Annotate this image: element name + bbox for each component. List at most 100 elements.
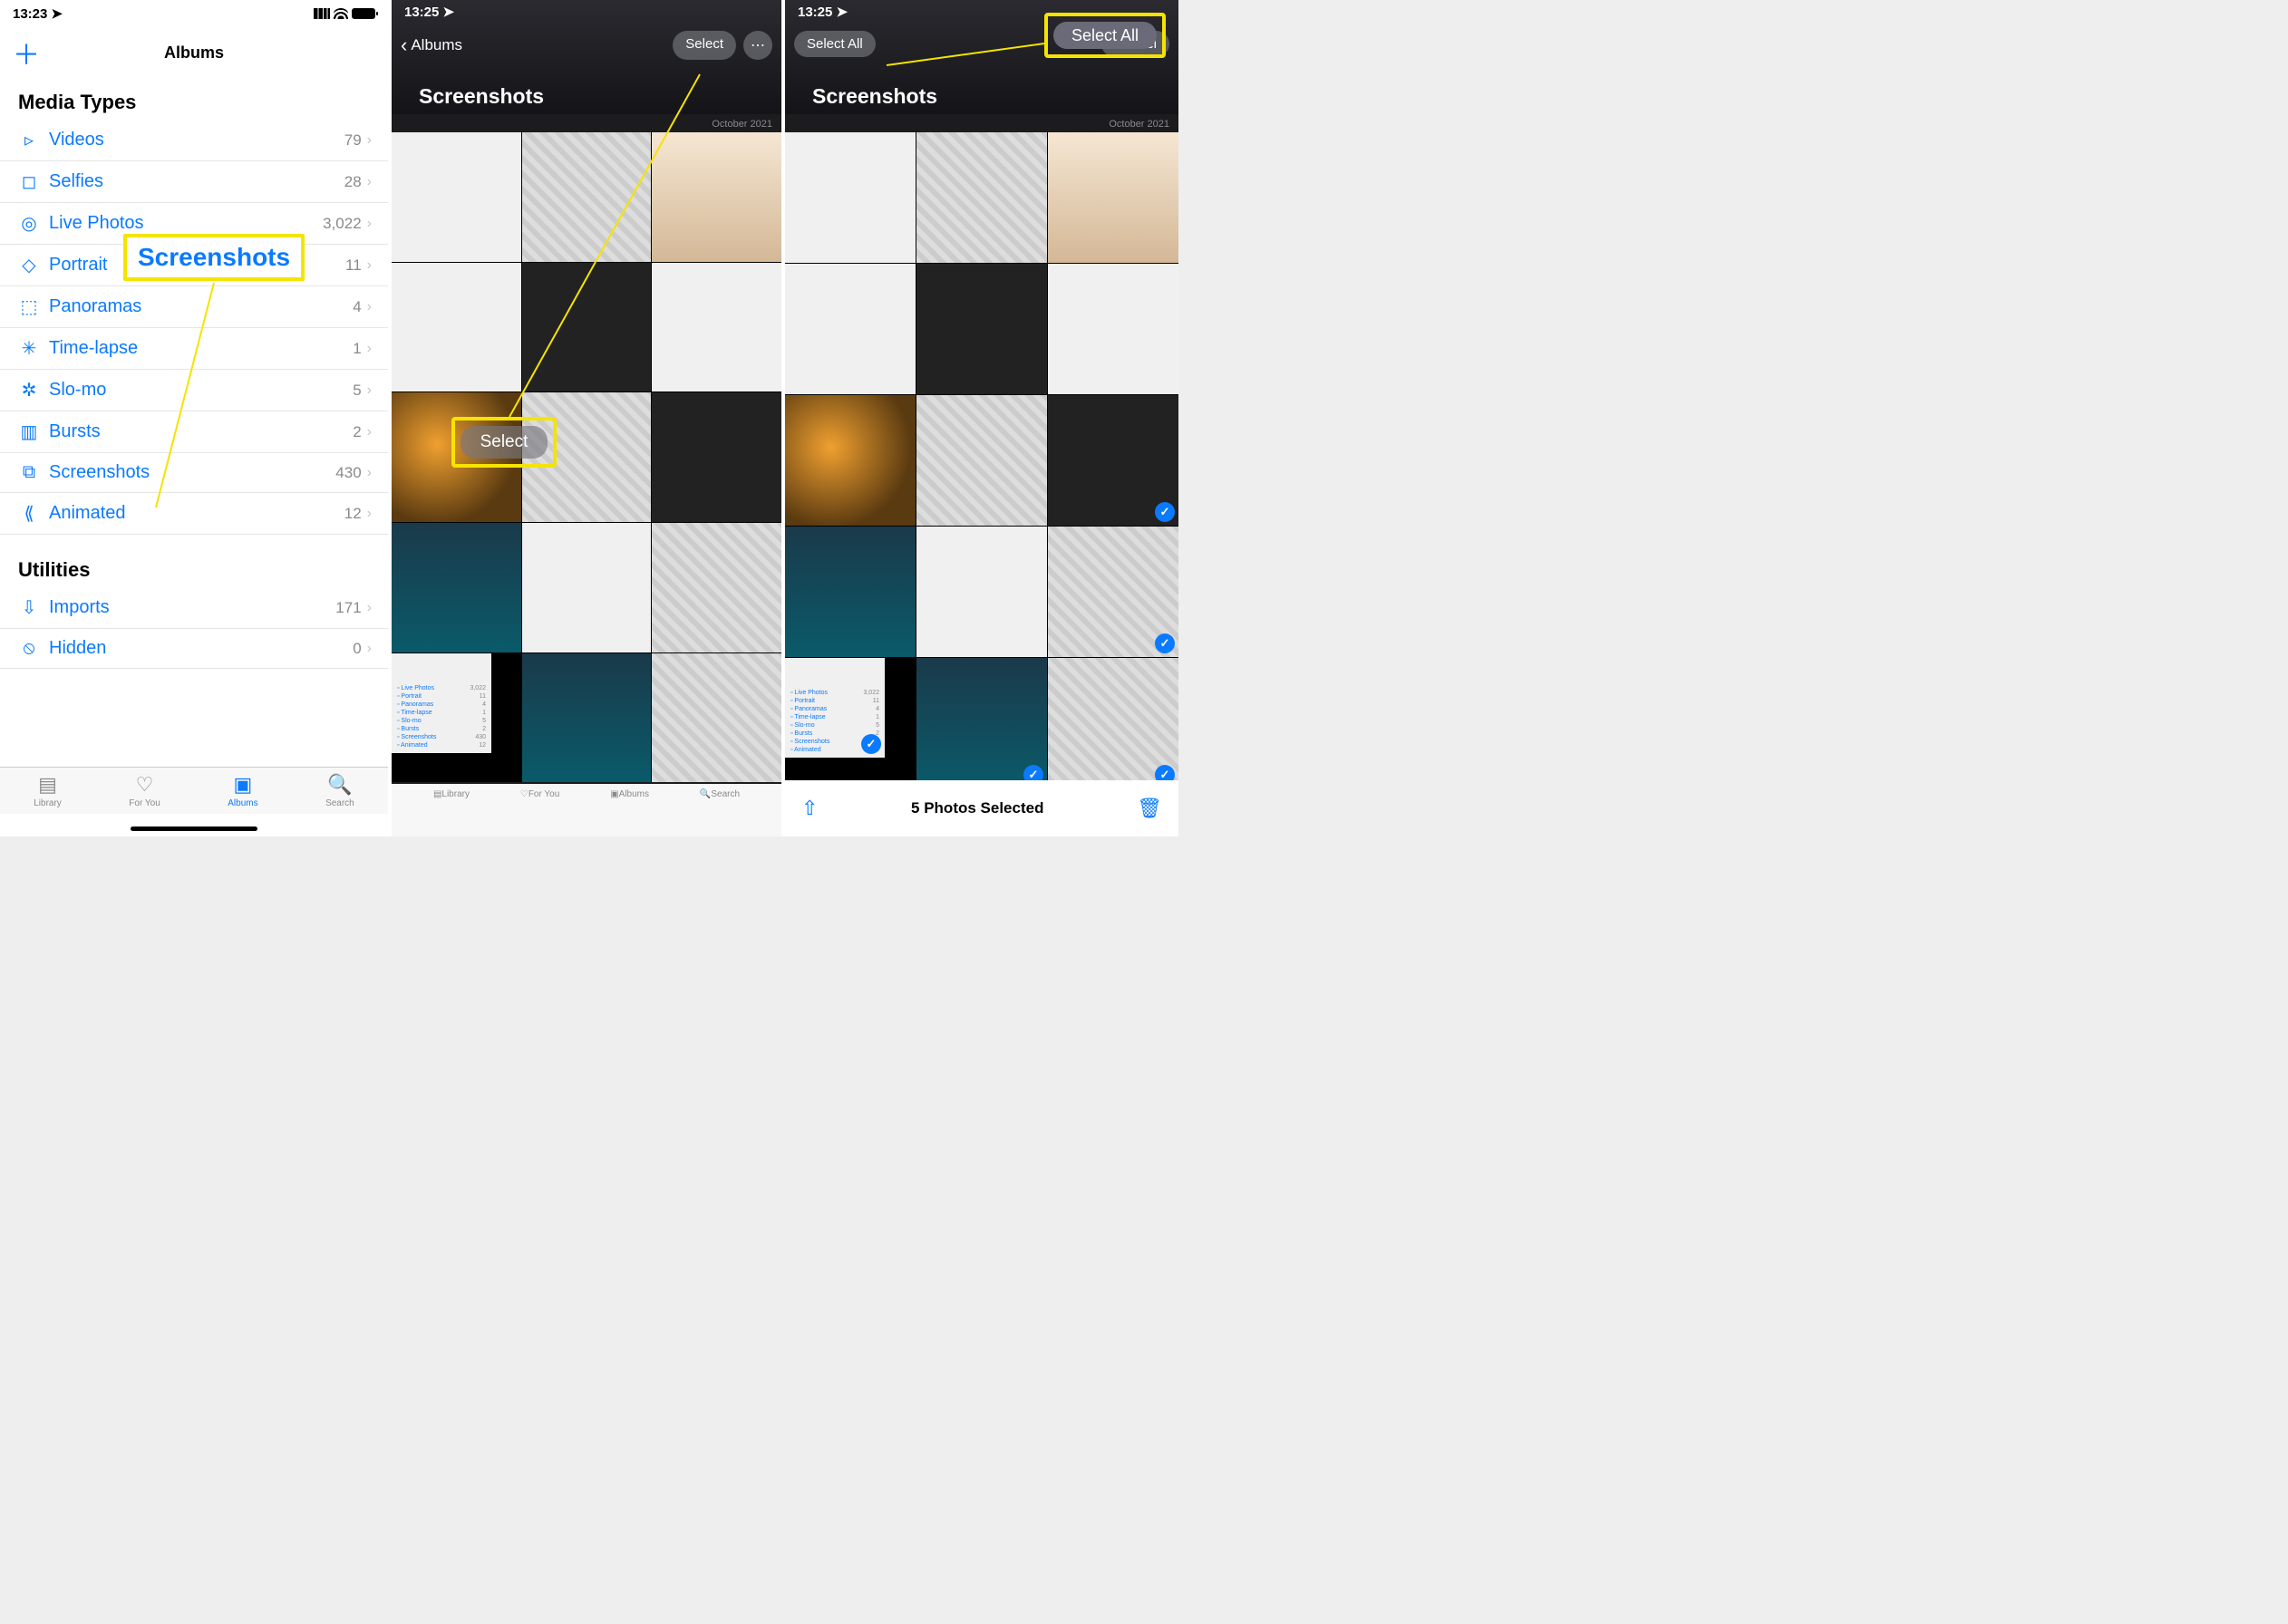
screenshots-selection-screen: 13:25 ➤ Select All Cancel Screenshots Oc… (785, 0, 1178, 836)
tab-search[interactable]: 🔍Search (700, 789, 740, 799)
photo-thumbnail[interactable]: ✓ (916, 658, 1047, 788)
tab-search[interactable]: 🔍Search (325, 773, 354, 808)
date-label: October 2021 (708, 118, 776, 130)
screenshots-grid-screen: 13:25 ➤ ‹Albums Select ⋯ Screenshots Oct… (392, 0, 785, 836)
photo-thumbnail[interactable]: ✓ (1048, 395, 1178, 526)
location-icon: ➤ (837, 5, 848, 20)
photo-thumbnail[interactable] (652, 392, 781, 522)
tab-for-you[interactable]: ♡For You (520, 789, 559, 799)
select-button[interactable]: Select (673, 31, 736, 60)
photo-thumbnail[interactable]: ✓ (1048, 527, 1178, 657)
media-type-bursts[interactable]: ▥ Bursts 2 › (0, 411, 388, 453)
photo-thumbnail[interactable] (392, 523, 521, 652)
screenshots-icon: ⧉ (16, 462, 42, 483)
tab-library[interactable]: ▤Library (433, 789, 470, 799)
chevron-right-icon: › (367, 341, 372, 357)
chevron-right-icon: › (367, 600, 372, 616)
media-type-count: 79 (344, 131, 362, 150)
selection-toolbar: ⇧ 5 Photos Selected 🗑 (785, 780, 1178, 836)
photo-grid: October 2021 ▫ Live Photos3,022▫ Portrai… (392, 114, 781, 782)
media-type-slo-mo[interactable]: ✲ Slo-mo 5 › (0, 370, 388, 411)
photo-thumbnail[interactable] (785, 527, 916, 657)
photo-thumbnail[interactable] (392, 392, 521, 522)
chevron-right-icon: › (367, 257, 372, 274)
media-type-label: Bursts (42, 421, 353, 442)
battery-icon (352, 8, 375, 19)
slo-mo-icon: ✲ (16, 379, 42, 401)
tab-albums[interactable]: ▣Albums (228, 773, 257, 808)
for-you-icon: ♡ (136, 773, 154, 797)
chevron-right-icon: › (367, 506, 372, 522)
media-type-animated[interactable]: ⟪ Animated 12 › (0, 493, 388, 535)
album-title: Screenshots (419, 84, 544, 109)
more-button[interactable]: ⋯ (743, 31, 772, 60)
photo-thumbnail[interactable] (522, 132, 652, 262)
page-title: Albums (0, 44, 388, 63)
photo-thumbnail[interactable] (522, 263, 652, 392)
media-type-panoramas[interactable]: ⬚ Panoramas 4 › (0, 286, 388, 328)
tab-albums[interactable]: ▣Albums (610, 789, 649, 799)
media-type-time-lapse[interactable]: ✳ Time-lapse 1 › (0, 328, 388, 370)
photo-thumbnail[interactable] (1048, 132, 1178, 263)
photo-thumbnail[interactable]: ✓ (1048, 658, 1178, 788)
chevron-right-icon: › (367, 216, 372, 232)
albums-icon: ▣ (234, 773, 253, 797)
media-type-count: 28 (344, 173, 362, 191)
photo-thumbnail[interactable] (522, 653, 652, 783)
wifi-icon (334, 8, 348, 19)
checkmark-icon: ✓ (1155, 633, 1175, 653)
media-type-count: 171 (335, 599, 361, 617)
media-type-hidden[interactable]: ⦸ Hidden 0 › (0, 629, 388, 669)
media-type-count: 11 (345, 256, 362, 275)
screenshots-hero: 13:25 ➤ ‹Albums Select ⋯ Screenshots (392, 0, 781, 114)
photo-thumbnail[interactable] (785, 132, 916, 263)
photo-thumbnail[interactable] (916, 527, 1047, 657)
media-type-label: Time-lapse (42, 338, 353, 359)
media-type-label: Live Photos (42, 213, 323, 234)
media-type-videos[interactable]: ▹ Videos 79 › (0, 120, 388, 161)
media-type-label: Slo-mo (42, 380, 353, 401)
home-indicator[interactable] (131, 826, 257, 831)
videos-icon: ▹ (16, 129, 42, 151)
annotation-screenshots-callout: Screenshots (123, 234, 305, 281)
media-type-label: Videos (42, 130, 344, 150)
photo-thumbnail[interactable] (522, 523, 652, 652)
media-type-count: 5 (353, 382, 361, 400)
back-button[interactable]: ‹Albums (401, 34, 462, 57)
chevron-right-icon: › (367, 299, 372, 315)
photo-thumbnail[interactable] (652, 132, 781, 262)
photo-thumbnail[interactable] (652, 653, 781, 783)
photo-thumbnail[interactable] (522, 392, 652, 522)
location-icon: ➤ (51, 5, 63, 22)
photo-thumbnail[interactable] (916, 132, 1047, 263)
albums-list-screen: 13:23 ➤ ＋ Albums Media Types ▹ Videos 79… (0, 0, 392, 836)
delete-button[interactable]: 🗑 (1137, 797, 1162, 820)
photo-thumbnail[interactable] (1048, 264, 1178, 394)
photo-thumbnail[interactable] (392, 132, 521, 262)
media-type-screenshots[interactable]: ⧉ Screenshots 430 › (0, 453, 388, 493)
tab-for-you[interactable]: ♡For You (129, 773, 160, 808)
tab-library[interactable]: ▤Library (34, 773, 62, 808)
status-bar: 13:25 ➤ (392, 0, 781, 24)
photo-thumbnail[interactable] (652, 263, 781, 392)
share-button[interactable]: ⇧ (801, 797, 818, 820)
photo-thumbnail[interactable] (916, 395, 1047, 526)
status-bar: 13:23 ➤ (0, 0, 388, 27)
select-all-button[interactable]: Select All (794, 31, 876, 57)
checkmark-icon: ✓ (861, 734, 881, 754)
photo-thumbnail[interactable] (785, 264, 916, 394)
media-type-imports[interactable]: ⇩ Imports 171 › (0, 587, 388, 629)
photo-thumbnail[interactable] (916, 264, 1047, 394)
section-utilities: Utilities (0, 551, 388, 587)
photo-thumbnail[interactable]: ▫ Live Photos3,022▫ Portrait11▫ Panorama… (392, 653, 491, 753)
cancel-button[interactable]: Cancel (1101, 31, 1169, 57)
media-type-selfies[interactable]: ◻ Selfies 28 › (0, 161, 388, 203)
photo-thumbnail[interactable] (392, 263, 521, 392)
photo-thumbnail[interactable] (652, 523, 781, 652)
hidden-icon: ⦸ (16, 638, 42, 659)
photo-thumbnail[interactable]: ▫ Live Photos3,022▫ Portrait11▫ Panorama… (785, 658, 885, 758)
photo-thumbnail[interactable] (785, 395, 916, 526)
ellipsis-icon: ⋯ (751, 36, 765, 54)
status-time: 13:23 (13, 6, 47, 22)
media-type-label: Animated (42, 503, 344, 524)
